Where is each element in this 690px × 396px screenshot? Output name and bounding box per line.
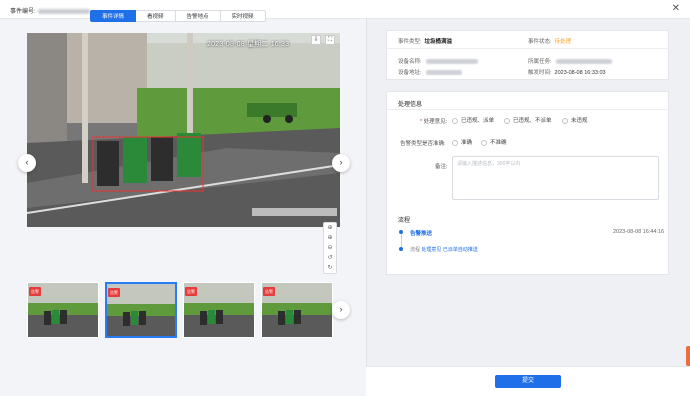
event-type-value: 垃圾桶满溢: [424, 39, 453, 45]
option-label: 不准确: [490, 140, 507, 146]
trigger-time-row: 触发时间: 2023-08-08 16:33:03: [528, 68, 606, 76]
device-address-label: 设备地址:: [398, 70, 422, 76]
option-label: 准确: [461, 140, 473, 146]
tab-event-detail[interactable]: 事件详情: [90, 10, 137, 22]
option-label: 未违规: [571, 118, 588, 124]
alert-tag: 告警: [29, 287, 41, 296]
snapshot-scene: [27, 33, 340, 227]
remark-label: 备注:: [435, 164, 448, 170]
thumbnail-1[interactable]: 告警: [27, 282, 99, 338]
alarm-snapshot: 2023-08-08 星期二 16:33 ⇩ ⛶: [27, 33, 340, 227]
thumbnail-strip: 告警 告警 告警 告警: [27, 282, 337, 338]
radio-icon: [452, 139, 458, 146]
event-status-label: 事件状态:: [528, 39, 552, 45]
handling-title: 处理信息: [398, 102, 423, 108]
flow-step-1-title: 告警推送: [410, 231, 433, 237]
device-name-row: 设备名称:: [398, 57, 478, 65]
result-option-no-violation[interactable]: 未违规: [562, 116, 588, 124]
trigger-time-label: 触发时间:: [528, 70, 552, 76]
radio-icon: [504, 117, 510, 124]
result-option-violation-dispatch[interactable]: 已违规、派单: [452, 116, 494, 124]
task-redacted: [555, 59, 612, 65]
flow-step-2-suffix: 已派单自动推送: [442, 247, 478, 253]
zoom-toolbar: ⊕ ⊕ ⊖ ↺ ↻: [323, 222, 337, 274]
rotate-left-icon[interactable]: ↺: [324, 253, 336, 263]
event-type-row: 事件类型: 垃圾桶满溢: [398, 37, 452, 45]
thumbnail-4[interactable]: 告警: [261, 282, 333, 338]
flow-step-2-prefix: 流程: [410, 247, 421, 253]
device-address-redacted: [425, 70, 462, 76]
media-tabs: 事件详情 看视频 告警地点 实时视频: [90, 10, 266, 22]
thumbnail-2[interactable]: 告警: [105, 282, 177, 338]
flow-step-2: 流程 处理意见 已派单自动推送: [410, 246, 478, 253]
event-status-row: 事件状态: 待处理: [528, 37, 571, 45]
device-name-redacted: [425, 59, 478, 65]
alert-tag: 告警: [108, 288, 120, 297]
flow-step-1: 告警推送: [410, 229, 432, 237]
submit-button[interactable]: 提交: [495, 375, 561, 388]
thumbnail-next-button[interactable]: ›: [332, 301, 350, 319]
radio-icon: [481, 139, 487, 146]
task-row: 所属任务:: [528, 57, 612, 65]
radio-icon: [562, 117, 568, 124]
zoom-in-icon[interactable]: ⊕: [324, 223, 336, 233]
flow-title: 流程: [398, 218, 411, 224]
next-image-button[interactable]: ›: [332, 154, 350, 172]
event-status-value: 待处理: [554, 39, 572, 45]
remark-input[interactable]: [452, 156, 659, 200]
side-handle[interactable]: [686, 346, 690, 366]
download-icon[interactable]: ⇩: [311, 35, 321, 45]
flow-step-dot: [399, 230, 403, 234]
flow-step-1-time: 2023-08-08 16:44:16: [613, 229, 665, 235]
alert-tag: 告警: [185, 287, 197, 296]
prev-image-button[interactable]: ‹: [18, 154, 36, 172]
flow-step-2-action: 处理意见: [421, 247, 442, 253]
radio-icon: [452, 117, 458, 124]
handling-result-label: * 处理意见:: [420, 119, 448, 125]
event-id-label: 事件编号:: [10, 9, 36, 15]
event-type-label: 事件类型:: [398, 39, 422, 45]
zoom-out-icon[interactable]: ⊖: [324, 243, 336, 253]
event-id-value-redacted: [37, 8, 90, 14]
dialog-title: 事件编号:: [10, 6, 90, 15]
handling-result-label-text: 处理意见:: [423, 119, 448, 125]
tab-alarm-location[interactable]: 告警地点: [175, 10, 221, 22]
rotate-right-icon[interactable]: ↻: [324, 263, 336, 273]
zoom-fit-icon[interactable]: ⊕: [324, 233, 336, 243]
divider: [386, 109, 669, 110]
tab-watch-video[interactable]: 看视频: [136, 10, 176, 22]
divider: [386, 48, 669, 49]
result-option-violation-no-dispatch[interactable]: 已违规、不派单: [504, 116, 552, 124]
trigger-time-value: 2023-08-08 16:33:03: [554, 70, 606, 76]
fullscreen-icon[interactable]: ⛶: [325, 35, 335, 45]
thumbnail-3[interactable]: 告警: [183, 282, 255, 338]
flow-step-dot: [399, 247, 403, 251]
accuracy-option-inaccurate[interactable]: 不准确: [481, 138, 507, 146]
option-label: 已违规、派单: [461, 118, 495, 124]
option-label: 已违规、不派单: [513, 118, 552, 124]
device-address-row: 设备地址:: [398, 68, 462, 76]
task-label: 所属任务:: [528, 59, 552, 65]
accuracy-label: 告警类型是否准确:: [400, 141, 446, 147]
snapshot-timestamp: 2023-08-08 星期二 16:33: [207, 41, 290, 48]
alert-tag: 告警: [263, 287, 275, 296]
tab-live-video[interactable]: 实时视频: [220, 10, 266, 22]
accuracy-option-accurate[interactable]: 准确: [452, 138, 472, 146]
device-name-label: 设备名称:: [398, 59, 422, 65]
close-icon[interactable]: ✕: [672, 3, 680, 14]
